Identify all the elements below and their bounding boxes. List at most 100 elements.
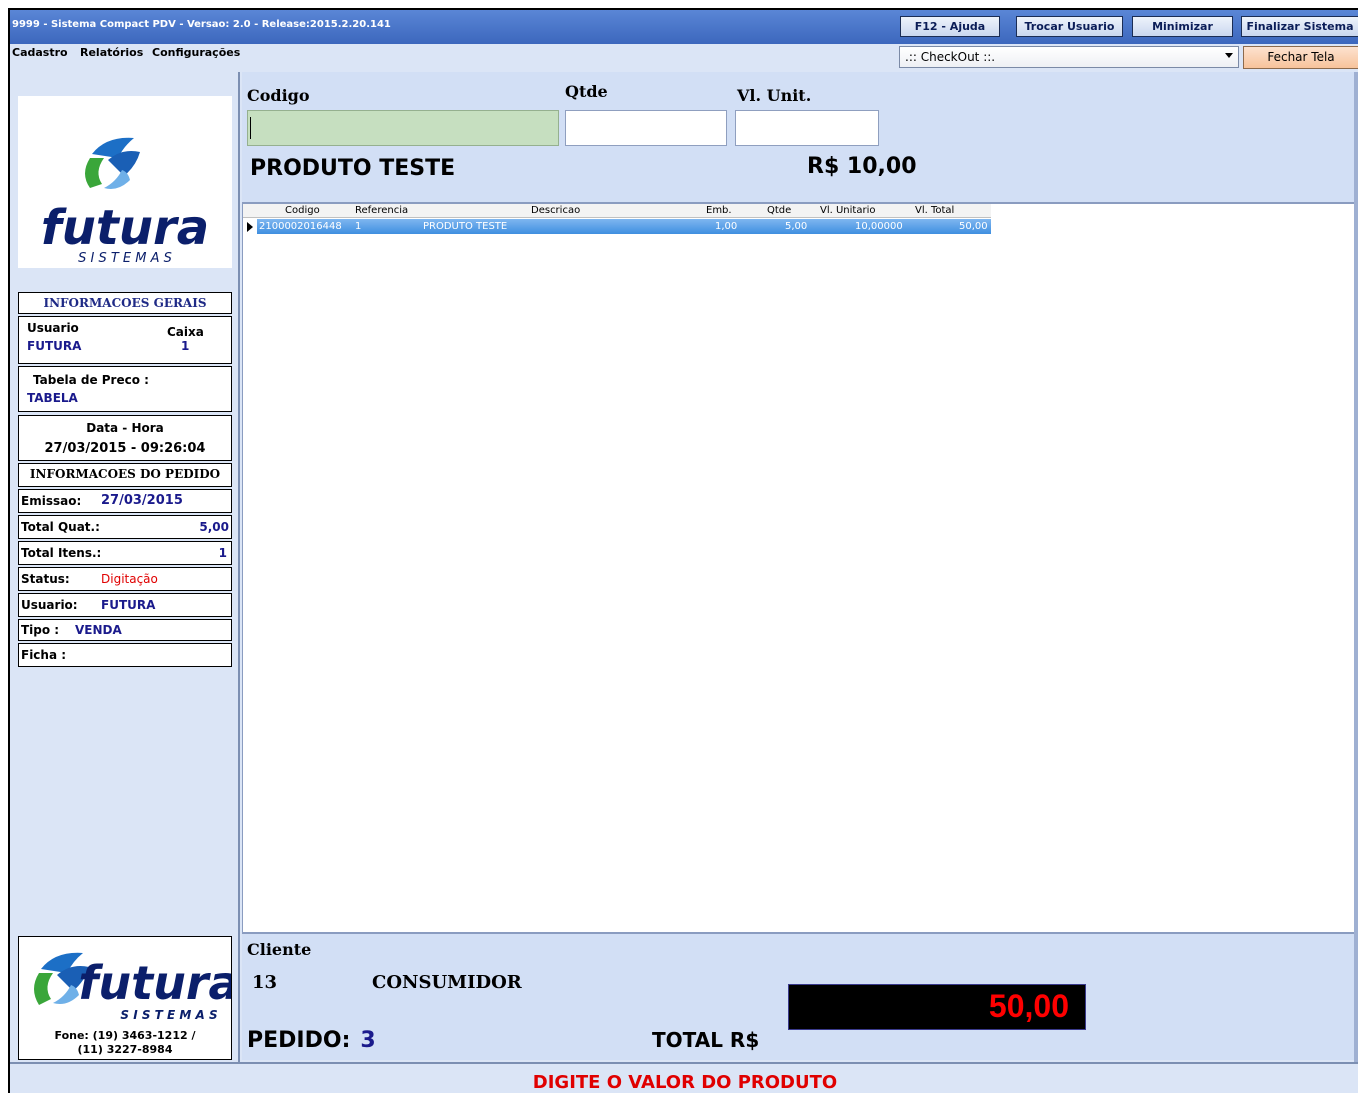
total-value: 50,00 <box>988 988 1069 1024</box>
caixa-label: Caixa <box>167 325 204 339</box>
switch-user-button[interactable]: Trocar Usuario <box>1016 16 1123 37</box>
phone-line-1: Fone: (19) 3463-1212 / <box>54 1029 196 1042</box>
col-emb[interactable]: Emb. <box>706 205 732 216</box>
cell-emb: 1,00 <box>715 221 738 232</box>
order-info-header: INFORMACOES DO PEDIDO <box>18 463 232 487</box>
usuario2-value: FUTURA <box>101 598 156 612</box>
total-itens-label: Total Itens.: <box>21 546 102 560</box>
pedido-value: 3 <box>360 1028 376 1053</box>
order-summary-panel: Cliente 13 CONSUMIDOR PEDIDO: 3 TOTAL R$ … <box>242 932 1354 1060</box>
usuario-value: FUTURA <box>27 339 82 353</box>
cell-descricao: PRODUTO TESTE <box>423 221 508 232</box>
bottom-logo-box: futura S I S T E M A S Fone: (19) 3463-1… <box>18 936 232 1060</box>
menu-relatorios[interactable]: Relatórios <box>80 46 143 59</box>
pdv-window: 9999 - Sistema Compact PDV - Versao: 2.0… <box>8 8 1358 1093</box>
price-table-box: Tabela de Preco : TABELA <box>18 366 232 412</box>
right-border <box>1354 72 1358 1062</box>
help-button[interactable]: F12 - Ajuda <box>900 16 1000 37</box>
logo: futura S I S T E M A S <box>18 96 232 268</box>
total-itens-value: 1 <box>218 546 227 560</box>
svg-text:S I S T E M A S: S I S T E M A S <box>78 251 172 266</box>
menu-bar: Cadastro Relatórios Configurações .:: Ch… <box>10 44 1358 72</box>
screen-select-value: .:: CheckOut ::. <box>905 50 996 64</box>
title-bar: 9999 - Sistema Compact PDV - Versao: 2.0… <box>10 10 1358 44</box>
codigo-label: Codigo <box>247 86 310 105</box>
caixa-value: 1 <box>181 339 190 353</box>
cell-vl-unitario: 10,00000 <box>855 221 903 232</box>
status-label: Status: <box>21 572 70 586</box>
emissao-value: 27/03/2015 <box>101 493 183 508</box>
svg-text:futura: futura <box>41 200 209 256</box>
product-name: PRODUTO TESTE <box>250 156 456 181</box>
pedido: PEDIDO: 3 <box>247 1028 376 1053</box>
col-descricao[interactable]: Descricao <box>531 205 580 216</box>
ficha-row: Ficha : <box>18 643 232 667</box>
datetime-label: Data - Hora <box>86 421 164 435</box>
svg-text:S I S T E M A S: S I S T E M A S <box>120 1008 217 1022</box>
menu-configuracoes[interactable]: Configurações <box>152 46 240 59</box>
datetime-box: Data - Hora 27/03/2015 - 09:26:04 <box>18 415 232 461</box>
screen-select[interactable]: .:: CheckOut ::. <box>899 46 1239 68</box>
status-bar: DIGITE O VALOR DO PRODUTO <box>10 1062 1358 1093</box>
col-qtde[interactable]: Qtde <box>767 205 791 216</box>
status-value: Digitação <box>101 572 158 586</box>
grid-header: Codigo Referencia Descricao Emb. Qtde Vl… <box>243 204 991 218</box>
cell-vl-total: 50,00 <box>959 221 988 232</box>
status-message: DIGITE O VALOR DO PRODUTO <box>532 1072 838 1093</box>
tipo-label: Tipo : <box>21 623 60 637</box>
status-row: Status: Digitação <box>18 567 232 591</box>
chevron-down-icon <box>1225 53 1233 58</box>
user-caixa-box: Usuario FUTURA Caixa 1 <box>18 316 232 364</box>
col-vl-total[interactable]: Vl. Total <box>915 205 954 216</box>
items-grid[interactable]: Codigo Referencia Descricao Emb. Qtde Vl… <box>242 204 1354 932</box>
cliente-name: CONSUMIDOR <box>372 972 522 993</box>
futura-logo-small-icon: futura S I S T E M A S <box>34 952 231 1022</box>
ficha-label: Ficha : <box>21 648 67 662</box>
vlunit-label: Vl. Unit. <box>737 86 812 105</box>
product-price: R$ 10,00 <box>807 154 917 179</box>
total-label: TOTAL R$ <box>652 1028 760 1052</box>
item-entry-panel: Codigo Qtde Vl. Unit. PRODUTO TESTE R$ 1… <box>242 72 1354 204</box>
row-indicator-icon <box>247 222 253 232</box>
table-row[interactable]: 2100002016448 1 PRODUTO TESTE 1,00 5,00 … <box>243 219 991 234</box>
datetime-value: 27/03/2015 - 09:26:04 <box>44 441 206 456</box>
cell-referencia: 1 <box>355 221 362 232</box>
tabela-value: TABELA <box>27 391 78 405</box>
emissao-row: Emissao: 27/03/2015 <box>18 489 232 513</box>
pedido-label: PEDIDO: <box>247 1028 351 1053</box>
svg-text:futura: futura <box>78 956 231 1010</box>
usuario-label: Usuario <box>27 321 79 335</box>
emissao-label: Emissao: <box>21 494 82 508</box>
cell-qtde: 5,00 <box>785 221 808 232</box>
total-quat-value: 5,00 <box>199 520 229 534</box>
total-itens-row: Total Itens.: 1 <box>18 541 232 565</box>
minimize-button[interactable]: Minimizar <box>1132 16 1233 37</box>
total-quat-label: Total Quat.: <box>21 520 100 534</box>
window-title: 9999 - Sistema Compact PDV - Versao: 2.0… <box>12 19 391 30</box>
col-vl-unitario[interactable]: Vl. Unitario <box>820 205 875 216</box>
col-referencia[interactable]: Referencia <box>355 205 408 216</box>
text-cursor <box>250 117 251 139</box>
total-quat-row: Total Quat.: 5,00 <box>18 515 232 539</box>
menu-cadastro[interactable]: Cadastro <box>12 46 68 59</box>
qtde-input[interactable] <box>565 110 727 146</box>
cell-codigo: 2100002016448 <box>259 221 342 232</box>
close-screen-button[interactable]: Fechar Tela <box>1243 46 1358 69</box>
tipo-row: Tipo : VENDA <box>18 619 232 641</box>
tabela-label: Tabela de Preco : <box>33 373 149 387</box>
futura-logo-icon: futura S I S T E M A S <box>41 137 209 266</box>
codigo-input[interactable] <box>247 110 559 146</box>
tipo-value: VENDA <box>75 623 122 637</box>
exit-system-button[interactable]: Finalizar Sistema <box>1241 16 1358 37</box>
usuario2-label: Usuario: <box>21 598 78 612</box>
qtde-label: Qtde <box>565 82 608 101</box>
vlunit-input[interactable] <box>735 110 879 146</box>
col-codigo[interactable]: Codigo <box>285 205 320 216</box>
info-sidebar: futura S I S T E M A S INFORMACOES GERAI… <box>10 72 240 1062</box>
cliente-label: Cliente <box>247 940 312 959</box>
general-info-header: INFORMACOES GERAIS <box>18 292 232 314</box>
cliente-code: 13 <box>252 972 278 993</box>
usuario-row: Usuario: FUTURA <box>18 593 232 617</box>
phone-line-2: (11) 3227-8984 <box>77 1043 173 1056</box>
total-display: 50,00 <box>788 984 1086 1030</box>
